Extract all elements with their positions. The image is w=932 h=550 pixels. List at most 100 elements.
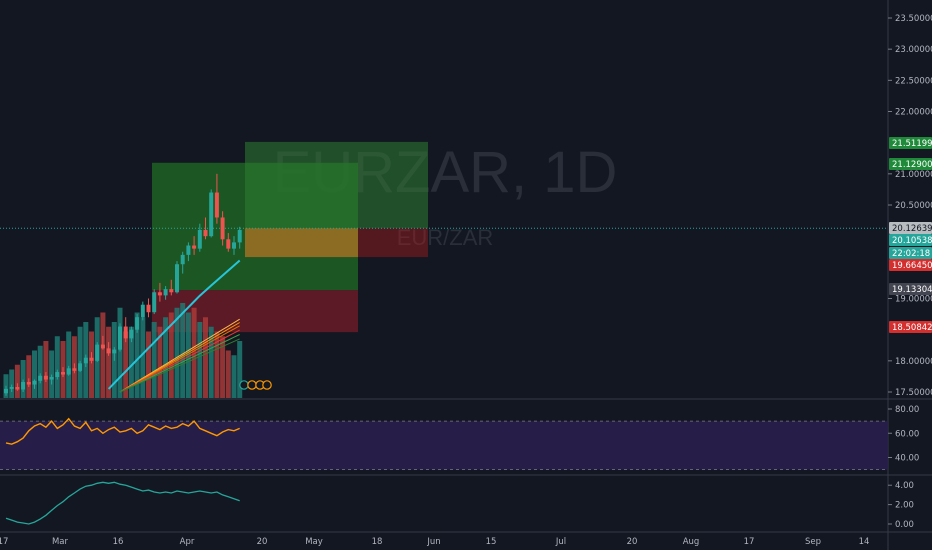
price-tick-label: 17.50000	[895, 388, 932, 398]
volume-bar	[203, 317, 208, 398]
volume-bar	[89, 331, 94, 398]
price-label-text: 21.12900	[892, 160, 932, 170]
price-tick-label: 23.00000	[895, 45, 932, 55]
time-tick-label: Sep	[805, 537, 821, 547]
candle-body	[118, 326, 122, 350]
volume-bar	[43, 341, 49, 398]
candle-body	[197, 229, 202, 249]
candle-body	[214, 192, 219, 218]
volume-bar	[180, 303, 186, 398]
candle-body	[203, 229, 208, 237]
candle-body	[83, 357, 88, 364]
volume-bar	[26, 355, 32, 398]
candle-body	[135, 317, 140, 330]
candle-body	[152, 292, 157, 313]
candle-body	[237, 229, 242, 243]
candle-body	[4, 388, 8, 394]
price-label-text: 22:02:18	[892, 249, 930, 259]
candle-body	[112, 349, 117, 354]
candle-body	[26, 382, 31, 385]
time-tick-label: May	[305, 537, 323, 547]
candle-body	[78, 363, 83, 371]
candle-body	[38, 375, 43, 381]
candle-body	[226, 239, 231, 249]
candle-body	[192, 245, 197, 249]
grid	[0, 0, 932, 550]
candle-body	[186, 245, 191, 255]
time-tick-label: 20	[627, 537, 638, 547]
osc-tick-label: 2.00	[895, 501, 914, 511]
oscillator-line	[5, 481, 240, 525]
candle-body	[220, 217, 225, 240]
event-markers[interactable]	[239, 380, 272, 390]
price-label-text: 19.13304	[892, 285, 932, 295]
candle-body	[100, 344, 105, 349]
candle-body	[209, 192, 214, 237]
volume-bar	[151, 322, 157, 398]
candle-body	[32, 380, 37, 385]
volume-bar	[100, 312, 106, 398]
price-label-text: 18.50842	[892, 323, 932, 333]
oscillator-pane	[5, 481, 240, 525]
candle-body	[61, 372, 65, 375]
long-position-overlap	[245, 228, 358, 258]
candle-body	[21, 382, 26, 390]
candle-body	[89, 357, 94, 361]
candle-body	[9, 387, 14, 389]
candle-body	[123, 326, 128, 339]
candle-body	[95, 344, 100, 361]
time-tick-label: 17	[744, 537, 755, 547]
time-tick-label: 17	[0, 537, 8, 547]
volume-bar	[9, 369, 15, 398]
volume-bar	[20, 360, 26, 398]
time-tick-label: 16	[113, 537, 124, 547]
time-axis[interactable]: 17 Mar 16 Apr 20 May 18 Jun 15 Jul 20 Aug 17 Sep 14	[0, 531, 932, 547]
osc-tick-label: 0.00	[895, 520, 914, 530]
price-axis[interactable]: 23.50000 23.00000 22.50000 22.00000 21.00000…	[888, 14, 932, 530]
candle-body	[72, 368, 77, 371]
candle-body	[157, 292, 162, 296]
price-tick-label: 20.50000	[895, 201, 932, 211]
price-tick-label: 21.00000	[895, 170, 932, 180]
candle-body	[175, 264, 179, 293]
time-tick-label: 14	[859, 537, 870, 547]
time-tick-label: 20	[257, 537, 268, 547]
rsi-tick-label: 40.00	[895, 454, 919, 464]
volume-bar	[66, 331, 72, 398]
candle-body	[55, 372, 60, 378]
volume-bar	[197, 322, 203, 398]
candle-body	[129, 329, 134, 339]
rsi-tick-label: 80.00	[895, 405, 919, 415]
candle-body	[49, 377, 54, 380]
price-tick-label: 18.00000	[895, 357, 932, 367]
volume-bar	[140, 317, 146, 398]
candle-body	[232, 242, 236, 249]
event-marker-icon	[262, 380, 272, 390]
price-label-text: 20.12639	[892, 224, 932, 234]
volume-bar	[237, 341, 243, 398]
rsi-band	[0, 421, 888, 470]
volume-bar	[54, 336, 60, 398]
candle-body	[43, 375, 48, 380]
volume-bar	[225, 350, 231, 398]
time-tick-label: Apr	[180, 537, 195, 547]
candle-body	[66, 368, 71, 375]
price-label-text: 19.66450	[892, 261, 932, 271]
price-label-text: 20.10538	[892, 236, 932, 246]
candle-body	[163, 289, 168, 296]
price-tick-label: 22.00000	[895, 108, 932, 118]
volume-bar	[49, 350, 55, 398]
chart-canvas[interactable]: EURZAR, 1D EUR/ZAR 23.5000023.0000022.50…	[0, 0, 932, 550]
volume-bar	[146, 331, 151, 398]
time-tick-label: Aug	[683, 537, 700, 547]
event-marker-icon	[247, 380, 257, 390]
volume-bar	[117, 307, 123, 398]
rsi-tick-label: 60.00	[895, 429, 919, 439]
candle-body	[146, 304, 151, 313]
osc-tick-label: 4.00	[895, 481, 914, 491]
time-tick-label: 15	[486, 537, 497, 547]
time-tick-label: Jun	[426, 537, 440, 547]
price-label-text: 21.51199	[892, 139, 932, 149]
candle-body	[15, 387, 20, 390]
long-position-profit	[245, 141, 428, 229]
